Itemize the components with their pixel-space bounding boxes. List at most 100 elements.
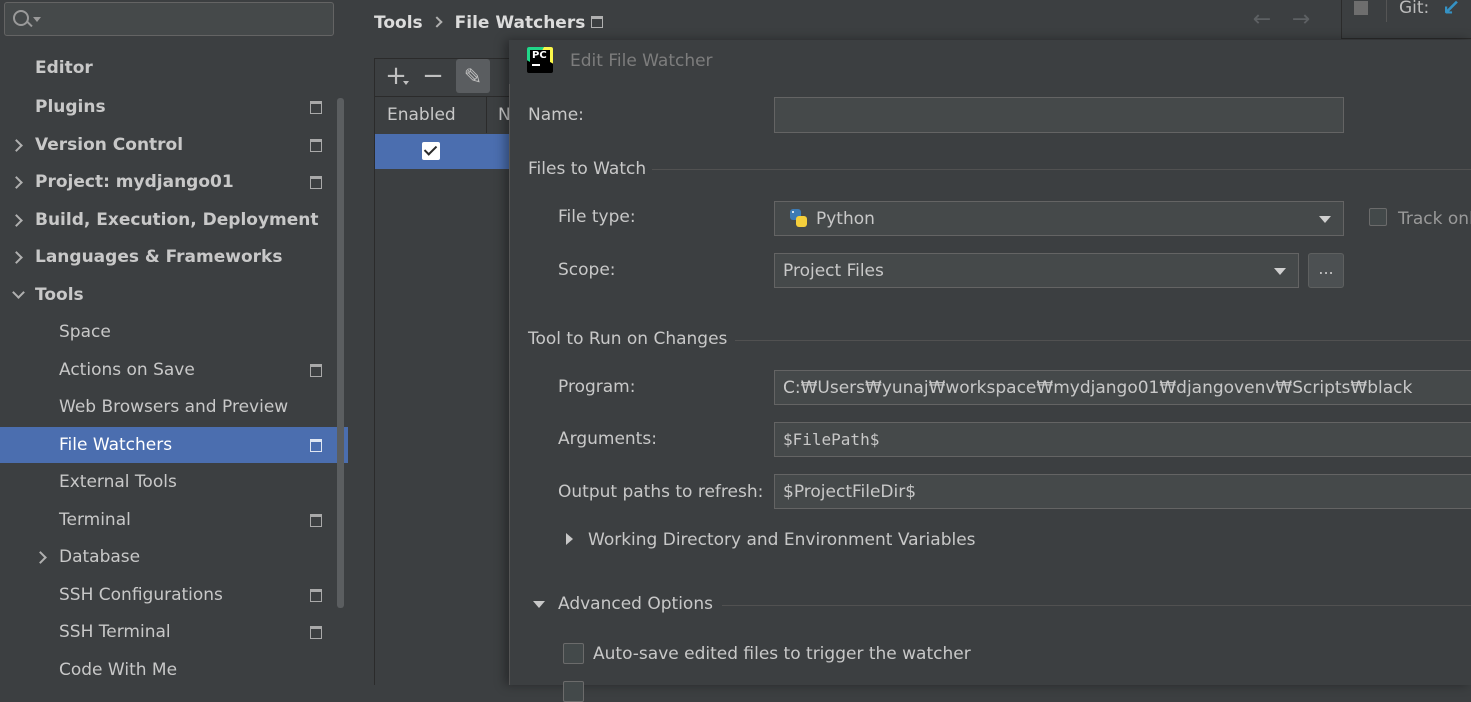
arguments-label: Arguments:: [558, 429, 657, 449]
git-label: Git:: [1399, 0, 1430, 18]
search-history-dropdown-icon[interactable]: [33, 17, 41, 22]
files-to-watch-section: Files to Watch: [528, 159, 647, 179]
sidebar-item-label: Space: [59, 322, 111, 342]
chevron-down-icon[interactable]: [12, 286, 25, 299]
project-settings-icon: [591, 16, 603, 28]
sidebar-item-ssh-terminal[interactable]: SSH Terminal: [0, 614, 348, 650]
track-only-root-label: Track onl: [1398, 209, 1471, 229]
chevron-down-icon: [1319, 216, 1331, 223]
program-label: Program:: [558, 377, 636, 397]
output-paths-label: Output paths to refresh:: [558, 482, 764, 502]
sidebar-item-label: External Tools: [59, 472, 177, 492]
sidebar-item-label: Tools: [35, 285, 84, 305]
pycharm-logo-icon: PC: [527, 47, 553, 73]
dialog-title: Edit File Watcher: [570, 51, 713, 71]
auto-save-checkbox[interactable]: [563, 643, 584, 664]
next-option-checkbox[interactable]: [563, 681, 584, 702]
sidebar-item-label: Plugins: [35, 97, 106, 117]
working-directory-toggle[interactable]: Working Directory and Environment Variab…: [588, 530, 976, 550]
sidebar-item-code-with-me[interactable]: Code With Me: [0, 652, 348, 688]
sidebar-item-label: Code With Me: [59, 660, 178, 680]
tool-to-run-section: Tool to Run on Changes: [528, 329, 728, 349]
program-input[interactable]: C:₩Users₩yunaj₩workspace₩mydjango01₩djan…: [774, 370, 1471, 405]
project-settings-icon: [310, 626, 322, 639]
edit-file-watcher-dialog: [509, 40, 1471, 685]
scope-value: Project Files: [783, 261, 884, 281]
project-settings-icon: [310, 176, 322, 189]
project-settings-icon: [310, 514, 322, 527]
sidebar-item-file-watchers[interactable]: File Watchers: [0, 427, 348, 463]
chevron-right-icon[interactable]: [10, 214, 23, 227]
output-paths-input[interactable]: $ProjectFileDir$: [774, 474, 1471, 509]
file-type-value: Python: [816, 209, 875, 229]
arguments-input[interactable]: $FilePath$: [774, 422, 1471, 457]
sidebar-item-space[interactable]: Space: [0, 314, 348, 350]
sidebar-item-plugins[interactable]: Plugins: [0, 89, 348, 125]
watchers-toolbar: + − ✎: [375, 59, 515, 95]
sidebar-item-project[interactable]: Project: mydjango01: [0, 164, 348, 200]
section-divider: [735, 340, 1471, 341]
pencil-icon: ✎: [463, 65, 483, 90]
chevron-right-icon[interactable]: [10, 139, 23, 152]
track-only-root-checkbox[interactable]: [1369, 208, 1387, 226]
name-input[interactable]: [774, 97, 1344, 133]
logo-text: PC: [532, 50, 547, 61]
search-icon: [13, 10, 29, 26]
breadcrumb-file-watchers: File Watchers: [454, 13, 586, 33]
sidebar-item-editor[interactable]: Editor: [0, 50, 348, 86]
expand-triangle-icon[interactable]: [566, 533, 573, 545]
sidebar-item-label: Build, Execution, Deployment: [35, 210, 319, 230]
sidebar-item-label: Web Browsers and Preview: [59, 397, 289, 417]
project-settings-icon: [310, 439, 322, 452]
section-divider: [722, 605, 1471, 606]
advanced-options-toggle[interactable]: Advanced Options: [558, 594, 713, 614]
forward-arrow-icon[interactable]: →: [1287, 8, 1315, 32]
chevron-right-icon[interactable]: [10, 176, 23, 189]
git-update-arrow-icon[interactable]: ↙: [1442, 0, 1460, 21]
breadcrumb-separator-icon: [430, 16, 443, 28]
sidebar-item-languages-frameworks[interactable]: Languages & Frameworks: [0, 239, 348, 275]
sidebar-item-label: SSH Terminal: [59, 622, 171, 642]
sidebar-item-label: Actions on Save: [59, 360, 195, 380]
sidebar-item-web-browsers[interactable]: Web Browsers and Preview: [0, 389, 348, 425]
sidebar-item-label: Project: mydjango01: [35, 172, 234, 192]
project-settings-icon: [310, 101, 322, 114]
file-type-label: File type:: [558, 207, 636, 227]
plus-icon: +: [385, 61, 407, 91]
search-icon-handle: [26, 20, 33, 28]
project-settings-icon: [310, 589, 322, 602]
project-settings-icon: [310, 364, 322, 377]
chevron-right-icon[interactable]: [34, 551, 47, 564]
collapse-triangle-icon[interactable]: [533, 601, 545, 608]
sidebar-item-terminal[interactable]: Terminal: [0, 502, 348, 538]
sidebar-scrollbar[interactable]: [337, 98, 344, 608]
sidebar-item-ssh-configurations[interactable]: SSH Configurations: [0, 577, 348, 613]
back-arrow-icon[interactable]: ←: [1248, 8, 1276, 32]
scope-combo[interactable]: Project Files: [774, 253, 1299, 288]
chevron-down-icon: [403, 81, 409, 85]
sidebar-item-actions-on-save[interactable]: Actions on Save: [0, 352, 348, 388]
table-row[interactable]: [375, 134, 515, 169]
sidebar-item-tools[interactable]: Tools: [0, 277, 348, 313]
column-divider[interactable]: [486, 97, 487, 133]
edit-watcher-button[interactable]: ✎: [456, 59, 490, 93]
scope-browse-button[interactable]: ...: [1308, 253, 1344, 288]
column-header-enabled[interactable]: Enabled: [387, 105, 456, 125]
settings-search-input[interactable]: [4, 2, 334, 36]
stop-icon[interactable]: [1354, 1, 1368, 15]
watcher-enabled-checkbox[interactable]: [422, 142, 440, 160]
chevron-right-icon[interactable]: [10, 251, 23, 264]
sidebar-item-external-tools[interactable]: External Tools: [0, 464, 348, 500]
sidebar-item-label: Database: [59, 547, 141, 567]
breadcrumb-tools[interactable]: Tools: [374, 13, 423, 33]
sidebar-item-database[interactable]: Database: [0, 539, 348, 575]
sidebar-item-build-execution-deployment[interactable]: Build, Execution, Deployment: [0, 202, 348, 238]
sidebar-item-label: Languages & Frameworks: [35, 247, 283, 267]
file-type-combo[interactable]: Python: [774, 201, 1344, 236]
add-watcher-button[interactable]: +: [379, 59, 413, 93]
sidebar-item-label: Version Control: [35, 135, 184, 155]
name-label: Name:: [528, 105, 584, 125]
remove-watcher-button[interactable]: −: [416, 59, 450, 93]
sidebar-item-version-control[interactable]: Version Control: [0, 127, 348, 163]
minus-icon: −: [422, 61, 444, 91]
